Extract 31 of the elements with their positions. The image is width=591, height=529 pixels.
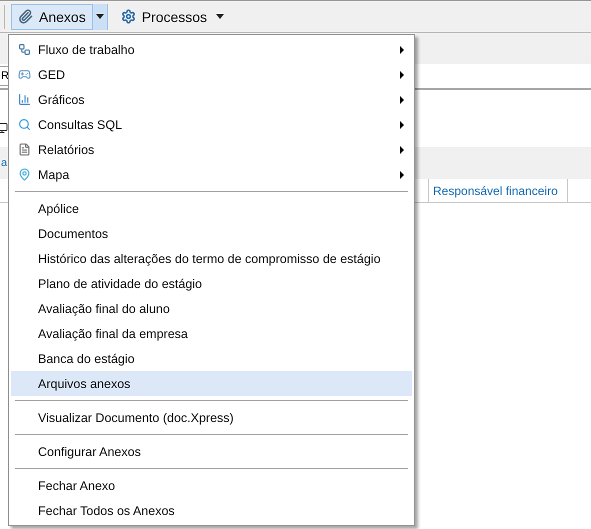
menu-item[interactable]: Histórico das alterações do termo de compromisso de estágio	[11, 246, 412, 271]
menu-item[interactable]: Banca do estágio	[11, 346, 412, 371]
menu-item[interactable]: Arquivos anexos	[11, 371, 412, 396]
menu-item[interactable]: Gráficos	[11, 87, 412, 112]
menu-item[interactable]: Configurar Anexos	[11, 439, 412, 464]
caret-icon	[96, 14, 104, 19]
link[interactable]: a	[1, 157, 8, 169]
menu-item[interactable]: Avaliação final da empresa	[11, 321, 412, 346]
toolbar-button[interactable]: Anexos	[11, 4, 108, 30]
menu-item[interactable]: GED	[11, 62, 412, 87]
column-header: Responsável financeiro	[428, 179, 568, 202]
menu-item[interactable]: Consultas SQL	[11, 112, 412, 137]
settings-icon	[120, 9, 136, 24]
document-icon	[18, 143, 31, 156]
toolbar-button[interactable]: Processos	[114, 4, 228, 30]
menu-item[interactable]: Relatórios	[11, 137, 412, 162]
paperclip-icon	[18, 9, 33, 24]
menu-item[interactable]: Documentos	[11, 221, 412, 246]
menu-item[interactable]: Avaliação final do aluno	[11, 296, 412, 321]
menu-item[interactable]: Plano de atividade do estágio	[11, 271, 412, 296]
bar-chart-icon	[18, 93, 31, 106]
menu-item[interactable]: Visualizar Documento (doc.Xpress)	[11, 405, 412, 430]
menu-item[interactable]: Fechar Anexo	[11, 473, 412, 498]
workflow-icon	[18, 43, 31, 56]
menu-item[interactable]: Apólice	[11, 196, 412, 221]
search-icon	[18, 118, 31, 131]
map-pin-icon	[18, 168, 31, 181]
menu-item[interactable]: Mapa	[11, 162, 412, 187]
caret-icon	[216, 14, 224, 19]
gamepad-icon	[18, 68, 31, 81]
menu-item[interactable]: Fechar Todos os Anexos	[11, 498, 412, 523]
